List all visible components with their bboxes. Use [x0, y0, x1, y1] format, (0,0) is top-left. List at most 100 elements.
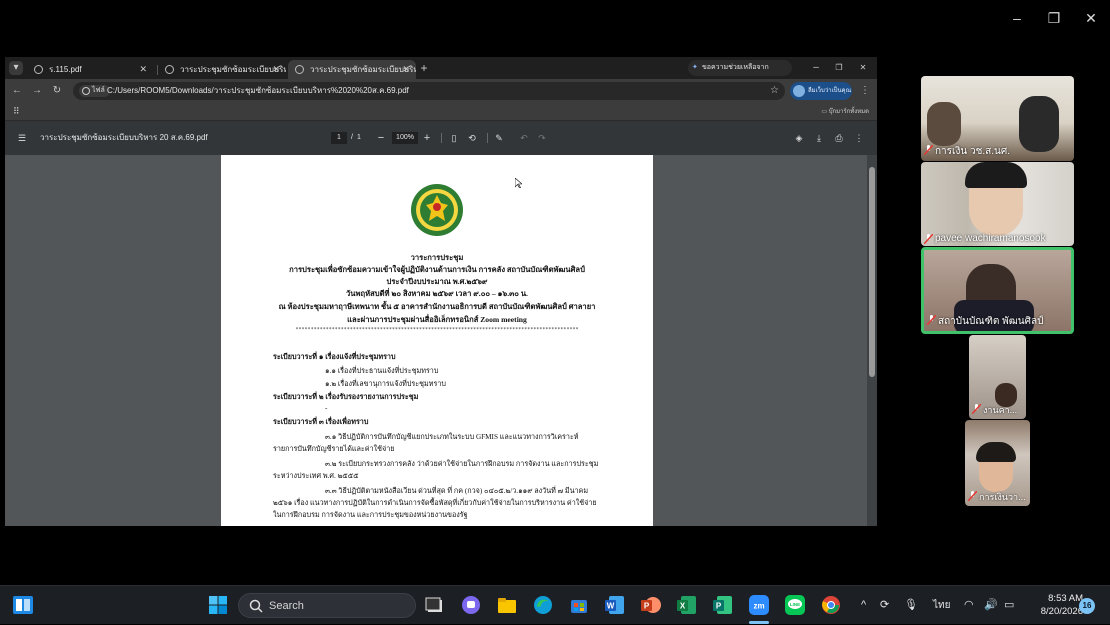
store-icon[interactable] [568, 594, 590, 616]
zoom-in-button[interactable]: + [420, 131, 434, 145]
apps-grid-icon[interactable]: ⠿ [13, 106, 20, 117]
participant-name: pavee wachiramanosook [924, 233, 1046, 244]
tab-2[interactable]: วาระประชุมซักซ้อมระเบียบบริหาร 20 ส.ค.69… [158, 60, 286, 79]
browser-tab-bar: ▾ ร.115.pdf ✕ วาระประชุมซักซ้อมระเบียบบร… [5, 57, 877, 87]
redo-icon[interactable]: ↷ [535, 131, 549, 145]
search-label: Search [269, 600, 304, 612]
save-annotations-icon[interactable]: ◈ [792, 131, 806, 145]
close-button[interactable]: ✕ [1080, 8, 1102, 28]
participant-tile[interactable]: งานคา... [969, 335, 1026, 419]
print-icon[interactable]: ⎙ [832, 131, 846, 145]
agenda-item: ๑.๒ เรื่องที่เลขานุการแจ้งที่ประชุมทราบ [325, 380, 446, 388]
toolbar-divider [441, 133, 442, 143]
notification-badge[interactable]: 16 [1079, 598, 1095, 614]
agenda-item: ๑.๑ เรื่องที่ประธานแจ้งที่ประชุมทราบ [325, 367, 439, 375]
battery-icon[interactable]: ▭ [1004, 586, 1014, 625]
participant-tile-active-speaker[interactable]: สถาบันบัณฑิต พัฒนศิลป์ [921, 247, 1074, 334]
clock-time: 8:53 AM [1048, 593, 1083, 604]
edge-icon[interactable] [532, 594, 554, 616]
task-view-icon[interactable] [424, 594, 446, 616]
widgets-icon[interactable] [12, 594, 34, 616]
bookmark-star-icon[interactable]: ☆ [770, 82, 779, 100]
institute-emblem-icon [411, 184, 463, 236]
tab-close-icon[interactable]: ✕ [139, 60, 147, 79]
pdf-more-icon[interactable]: ⋮ [852, 131, 866, 145]
participant-tile[interactable]: การเงิน วช.ส.นศ. [921, 76, 1074, 161]
system-clock[interactable]: 8:53 AM 8/20/2026 [1025, 592, 1083, 618]
page-number-input[interactable]: 1 [331, 132, 347, 144]
browser-close-button[interactable]: ✕ [856, 61, 870, 75]
profile-chip[interactable]: ลืมเว็บว่าเป็นคุณ [790, 82, 852, 100]
participant-tile[interactable]: pavee wachiramanosook [921, 162, 1074, 246]
url-text[interactable]: C:/Users/ROOM5/Downloads/วาระประชุมซักซ้… [107, 82, 409, 100]
doc-subtitle: ณ ห้องประชุมมหาฤาษีเทพนาท ชั้น ๕ อาคารสำ… [278, 302, 596, 311]
participant-video [976, 442, 1016, 462]
doc-subtitle: ประจำปีงบประมาณ พ.ศ.๒๕๖๙ [386, 277, 488, 286]
forward-icon[interactable]: → [30, 84, 44, 98]
reload-icon[interactable]: ↻ [50, 84, 64, 98]
rotate-icon[interactable]: ⟲ [465, 131, 479, 145]
pdf-page: วาระการประชุม การประชุมเพื่อซักซ้อมความเ… [221, 155, 653, 526]
mic-muted-icon [924, 234, 933, 244]
omnibox[interactable]: ไฟล์ C:/Users/ROOM5/Downloads/วาระประชุม… [73, 82, 785, 100]
restore-button[interactable]: ❐ [1043, 8, 1065, 28]
participant-video [965, 162, 1027, 188]
all-bookmarks-button[interactable]: ▭ บุ๊กมาร์กทั้งหมด [821, 103, 869, 121]
line-app-icon[interactable]: LINE [784, 594, 806, 616]
agenda-item: ๓.๓ วิธีปฏิบัติตามหนังสือเวียน ด่วนที่สุ… [325, 487, 589, 495]
mic-muted-icon [972, 404, 981, 414]
file-explorer-icon[interactable] [496, 594, 518, 616]
excel-icon[interactable]: X [676, 594, 698, 616]
hamburger-menu-icon[interactable]: ☰ [15, 131, 29, 145]
pdf-viewer[interactable]: วาระการประชุม การประชุมเพื่อซักซ้อมความเ… [5, 155, 877, 526]
tab-3-active[interactable]: วาระประชุมซักซ้อมระเบียบบริหาร 20 ส.ค.69… [288, 60, 416, 79]
participant-tile[interactable]: การเงินวา... [965, 420, 1030, 506]
page-total: 1 [357, 134, 361, 141]
search-icon [249, 599, 263, 613]
wifi-icon[interactable]: ◠ [964, 586, 974, 625]
agenda-item: ระหว่างประเทศ พ.ศ. ๒๕๕๕ [273, 472, 359, 480]
fit-page-icon[interactable]: ▯ [447, 131, 461, 145]
start-menu-icon[interactable] [207, 594, 229, 616]
tab-close-icon[interactable]: ✕ [272, 60, 280, 79]
new-tab-button[interactable]: + [417, 61, 431, 75]
tab-search-icon[interactable]: ▾ [9, 61, 23, 75]
info-icon [82, 87, 90, 95]
browser-minimize-button[interactable]: – [809, 61, 823, 75]
microphone-icon[interactable]: 🎙 [904, 586, 918, 625]
taskbar-search-box[interactable]: Search [238, 593, 416, 618]
publisher-icon[interactable]: P [712, 594, 734, 616]
mic-muted-icon [968, 491, 977, 501]
download-icon[interactable]: ⤓ [812, 131, 826, 145]
doc-subtitle: การประชุมเพื่อซักซ้อมความเข้าใจผู้ปฏิบัต… [289, 265, 585, 274]
zoom-level-input[interactable]: 100% [392, 132, 418, 144]
zoom-out-button[interactable]: − [374, 131, 388, 145]
minimize-button[interactable]: – [1006, 8, 1028, 28]
svg-text:P: P [716, 602, 722, 611]
volume-icon[interactable]: 🔊 [984, 586, 998, 625]
undo-icon[interactable]: ↶ [517, 131, 531, 145]
windows-taskbar: Search W P X P zm LINE ^ ⟳ 🎙 ไทย ◠ 🔊 ▭ 8… [0, 585, 1110, 624]
pdf-scrollbar[interactable] [867, 155, 877, 526]
powerpoint-icon[interactable]: P [640, 594, 662, 616]
agenda-item: ๓.๑ วิธีปฏิบัติการบันทึกบัญชีแยกประเภทใน… [325, 433, 579, 441]
word-icon[interactable]: W [604, 594, 626, 616]
teams-chat-icon[interactable] [460, 594, 482, 616]
zoom-app-icon[interactable]: zm [748, 594, 770, 616]
input-language[interactable]: ไทย [933, 586, 950, 625]
show-hidden-icons-button[interactable]: ^ [861, 586, 866, 625]
gemini-button[interactable]: ✦ ขอความช่วยเหลือจาก Gemini [688, 60, 792, 87]
back-icon[interactable]: ← [10, 84, 24, 98]
scrollbar-thumb[interactable] [869, 167, 875, 377]
doc-subtitle: และผ่านการประชุมผ่านสื่ออิเล็กทรอนิกส์ Z… [347, 315, 527, 324]
chrome-icon[interactable] [820, 594, 842, 616]
browser-menu-icon[interactable]: ⋮ [858, 84, 872, 98]
svg-text:LINE: LINE [790, 602, 800, 607]
zoom-title-bar: – ❐ ✕ [0, 0, 1110, 36]
tab-1[interactable]: ร.115.pdf ✕ [27, 60, 153, 79]
sync-icon[interactable]: ⟳ [880, 586, 889, 625]
file-info-chip[interactable]: ไฟล์ [79, 85, 110, 97]
tab-close-icon[interactable]: ✕ [402, 60, 410, 79]
browser-restore-button[interactable]: ❐ [832, 61, 846, 75]
draw-icon[interactable]: ✎ [492, 131, 506, 145]
